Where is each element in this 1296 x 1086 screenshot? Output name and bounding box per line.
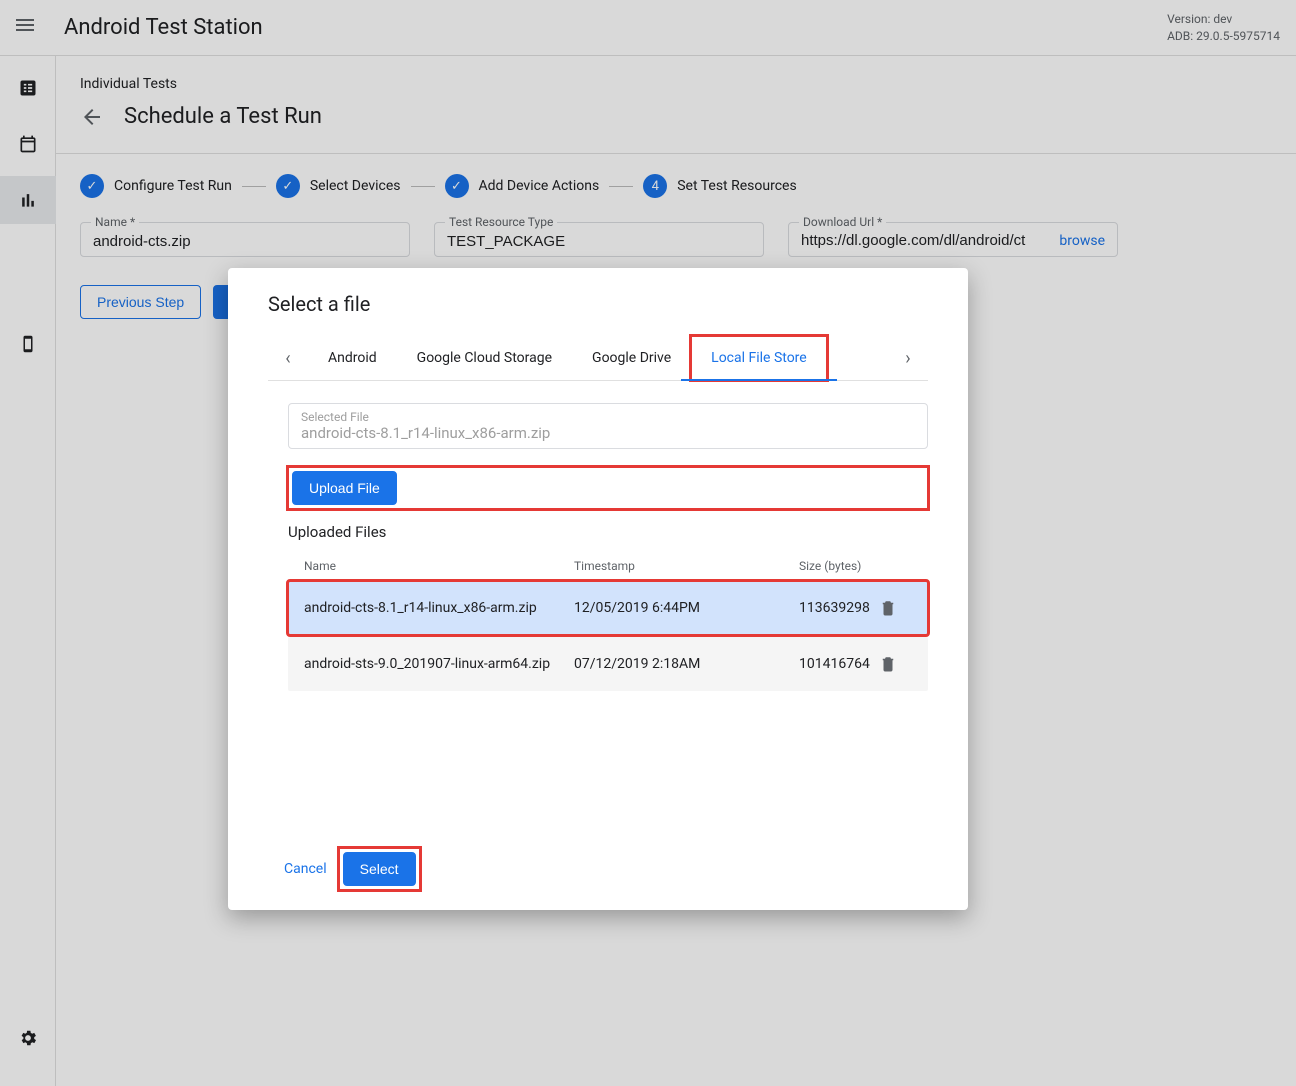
upload-file-button[interactable]: Upload File bbox=[292, 471, 397, 505]
table-row[interactable]: android-sts-9.0_201907-linux-arm64.zip 0… bbox=[288, 637, 928, 691]
tab-drive[interactable]: Google Drive bbox=[572, 336, 691, 380]
selected-file-field[interactable]: Selected File android-cts-8.1_r14-linux_… bbox=[288, 403, 928, 449]
select-button[interactable]: Select bbox=[343, 852, 416, 886]
tab-android[interactable]: Android bbox=[308, 336, 397, 380]
files-table: Name Timestamp Size (bytes) android-cts-… bbox=[288, 551, 928, 693]
tab-gcs[interactable]: Google Cloud Storage bbox=[397, 336, 572, 380]
col-name: Name bbox=[304, 559, 574, 573]
uploaded-files-heading: Uploaded Files bbox=[288, 523, 928, 541]
tab-row: ‹ Android Google Cloud Storage Google Dr… bbox=[268, 336, 928, 381]
delete-icon[interactable] bbox=[879, 655, 909, 673]
tab-next-icon[interactable]: › bbox=[888, 348, 928, 369]
select-file-dialog: Select a file ‹ Android Google Cloud Sto… bbox=[228, 268, 968, 910]
dialog-title: Select a file bbox=[268, 292, 928, 316]
tab-prev-icon[interactable]: ‹ bbox=[268, 348, 308, 369]
cancel-button[interactable]: Cancel bbox=[284, 861, 327, 877]
col-timestamp: Timestamp bbox=[574, 559, 799, 573]
delete-icon[interactable] bbox=[879, 599, 909, 617]
col-size: Size (bytes) bbox=[799, 559, 879, 573]
tab-local-file-store[interactable]: Local File Store bbox=[691, 336, 827, 380]
table-row[interactable]: android-cts-8.1_r14-linux_x86-arm.zip 12… bbox=[288, 581, 928, 635]
